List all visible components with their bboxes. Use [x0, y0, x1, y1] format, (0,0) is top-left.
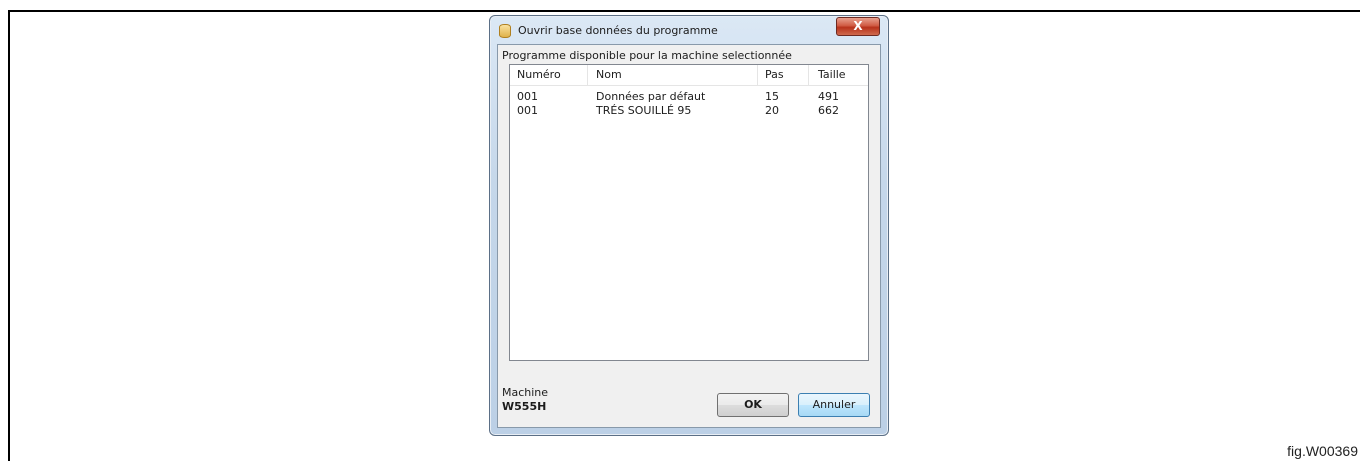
column-header-pas[interactable]: Pas [765, 68, 784, 81]
list-section-label: Programme disponible pour la machine sel… [502, 49, 792, 62]
cancel-button[interactable]: Annuler [798, 393, 870, 417]
column-header-nom[interactable]: Nom [596, 68, 622, 81]
program-list[interactable]: Numéro Nom Pas Taille 001 Données par dé… [509, 64, 869, 361]
list-header: Numéro Nom Pas Taille [510, 65, 868, 86]
row-taille: 662 [818, 104, 839, 117]
column-divider[interactable] [808, 65, 809, 85]
close-button[interactable]: X [836, 17, 880, 36]
row-numero: 001 [517, 90, 538, 103]
row-nom: TRÉS SOUILLÉ 95 [596, 104, 692, 117]
row-pas: 20 [765, 104, 779, 117]
list-row[interactable]: 001 Données par défaut 15 491 [510, 90, 868, 104]
list-row[interactable]: 001 TRÉS SOUILLÉ 95 20 662 [510, 104, 868, 118]
dialog-title: Ouvrir base données du programme [518, 24, 718, 37]
dialog-client-area: Programme disponible pour la machine sel… [497, 44, 881, 428]
open-program-dialog: Ouvrir base données du programme X Progr… [489, 15, 889, 436]
machine-label: Machine [502, 386, 549, 399]
column-divider[interactable] [757, 65, 758, 85]
column-header-numero[interactable]: Numéro [517, 68, 561, 81]
figure-label: fig.W00369 [1287, 443, 1358, 459]
title-bar[interactable]: Ouvrir base données du programme X [490, 16, 888, 44]
row-numero: 001 [517, 104, 538, 117]
row-nom: Données par défaut [596, 90, 706, 103]
database-icon [499, 24, 511, 38]
column-header-taille[interactable]: Taille [818, 68, 846, 81]
ok-button[interactable]: OK [717, 393, 789, 417]
row-taille: 491 [818, 90, 839, 103]
column-divider[interactable] [587, 65, 588, 85]
row-pas: 15 [765, 90, 779, 103]
machine-value: W555H [502, 400, 547, 413]
